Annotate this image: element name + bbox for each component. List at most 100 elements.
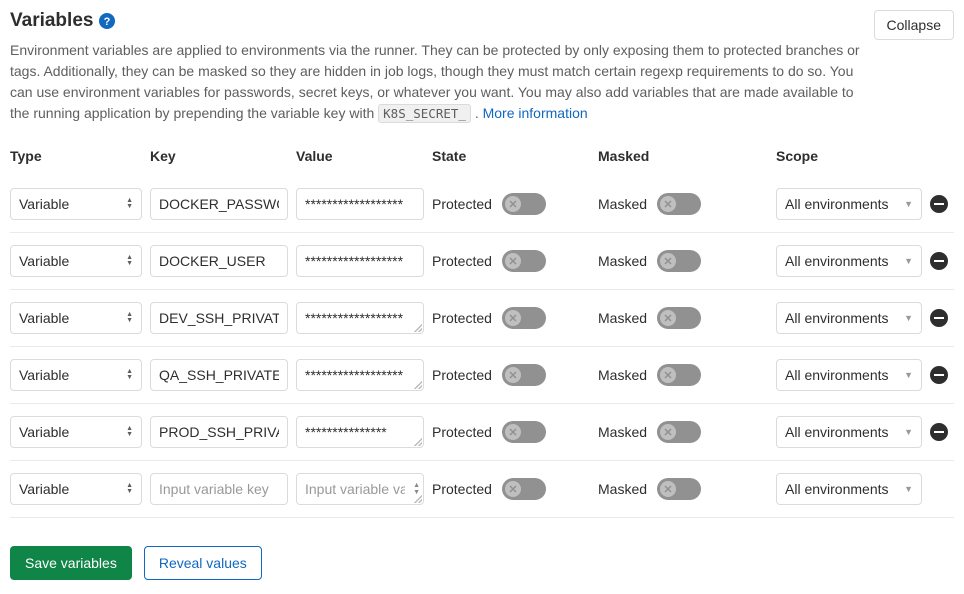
svg-text:?: ? <box>104 16 111 28</box>
variables-table: Type Key Value State Masked Scope Variab… <box>10 148 954 518</box>
table-row: Variable▲▼ Protected Masked All environment… <box>10 233 954 290</box>
value-input[interactable] <box>296 359 424 391</box>
state-label: Protected <box>432 310 492 326</box>
value-input[interactable] <box>296 245 424 277</box>
masked-label: Masked <box>598 481 647 497</box>
table-row: Variable▲▼▲▼ProtectedMaskedAll environme… <box>10 461 954 518</box>
key-input[interactable] <box>150 188 288 220</box>
chevron-updown-icon: ▲▼ <box>126 255 133 267</box>
state-label: Protected <box>432 196 492 212</box>
chevron-updown-icon: ▲▼ <box>126 426 133 438</box>
masked-label: Masked <box>598 196 647 212</box>
masked-toggle[interactable] <box>657 421 701 443</box>
masked-toggle[interactable] <box>657 307 701 329</box>
protected-toggle[interactable] <box>502 421 546 443</box>
chevron-down-icon: ▼ <box>904 370 913 380</box>
protected-toggle[interactable] <box>502 364 546 386</box>
remove-button[interactable] <box>930 366 948 384</box>
scope-select[interactable]: All environments▼ <box>776 473 922 505</box>
value-input[interactable] <box>296 416 424 448</box>
table-row: Variable▲▼ Protected Masked All environment… <box>10 290 954 347</box>
state-cell: Protected <box>432 250 590 272</box>
masked-toggle[interactable] <box>657 193 701 215</box>
masked-cell: Masked <box>598 193 768 215</box>
table-row: Variable▲▼ Protected Masked All environment… <box>10 176 954 233</box>
scope-select[interactable]: All environments▼ <box>776 302 922 334</box>
state-label: Protected <box>432 424 492 440</box>
type-select[interactable]: Variable▲▼ <box>10 359 142 391</box>
type-select[interactable]: Variable▲▼ <box>10 416 142 448</box>
col-type: Type <box>10 148 142 164</box>
protected-toggle[interactable] <box>502 193 546 215</box>
state-cell: Protected <box>432 421 590 443</box>
stepper-icon[interactable]: ▲▼ <box>413 482 420 496</box>
remove-button[interactable] <box>930 309 948 327</box>
key-input[interactable] <box>150 302 288 334</box>
key-input[interactable] <box>150 473 288 505</box>
state-cell: Protected <box>432 364 590 386</box>
state-label: Protected <box>432 253 492 269</box>
masked-cell: Masked <box>598 307 768 329</box>
masked-toggle[interactable] <box>657 478 701 500</box>
col-masked: Masked <box>598 148 768 164</box>
masked-label: Masked <box>598 253 647 269</box>
remove-button[interactable] <box>930 423 948 441</box>
masked-toggle[interactable] <box>657 364 701 386</box>
table-header: Type Key Value State Masked Scope <box>10 148 954 164</box>
type-select[interactable]: Variable▲▼ <box>10 302 142 334</box>
value-input[interactable] <box>296 302 424 334</box>
state-label: Protected <box>432 481 492 497</box>
reveal-values-button[interactable]: Reveal values <box>144 546 262 580</box>
state-cell: Protected <box>432 193 590 215</box>
masked-label: Masked <box>598 310 647 326</box>
col-state: State <box>432 148 590 164</box>
key-input[interactable] <box>150 245 288 277</box>
key-input[interactable] <box>150 416 288 448</box>
col-scope: Scope <box>776 148 922 164</box>
protected-toggle[interactable] <box>502 478 546 500</box>
masked-cell: Masked <box>598 250 768 272</box>
title-text: Variables <box>10 10 93 32</box>
remove-button[interactable] <box>930 195 948 213</box>
key-input[interactable] <box>150 359 288 391</box>
masked-label: Masked <box>598 367 647 383</box>
chevron-updown-icon: ▲▼ <box>126 483 133 495</box>
state-cell: Protected <box>432 478 590 500</box>
value-input[interactable] <box>296 473 424 505</box>
page-title: Variables ? <box>10 10 115 32</box>
chevron-down-icon: ▼ <box>904 199 913 209</box>
type-select[interactable]: Variable▲▼ <box>10 188 142 220</box>
masked-toggle[interactable] <box>657 250 701 272</box>
masked-label: Masked <box>598 424 647 440</box>
description: Environment variables are applied to env… <box>10 40 860 124</box>
scope-select[interactable]: All environments▼ <box>776 245 922 277</box>
state-label: Protected <box>432 367 492 383</box>
table-row: Variable▲▼ Protected Masked All environment… <box>10 347 954 404</box>
remove-button[interactable] <box>930 252 948 270</box>
value-input[interactable] <box>296 188 424 220</box>
collapse-button[interactable]: Collapse <box>874 10 954 40</box>
chevron-updown-icon: ▲▼ <box>126 198 133 210</box>
chevron-down-icon: ▼ <box>904 427 913 437</box>
scope-select[interactable]: All environments▼ <box>776 188 922 220</box>
chevron-updown-icon: ▲▼ <box>126 312 133 324</box>
type-select[interactable]: Variable▲▼ <box>10 245 142 277</box>
type-select[interactable]: Variable▲▼ <box>10 473 142 505</box>
chevron-updown-icon: ▲▼ <box>126 369 133 381</box>
masked-cell: Masked <box>598 421 768 443</box>
protected-toggle[interactable] <box>502 307 546 329</box>
protected-toggle[interactable] <box>502 250 546 272</box>
masked-cell: Masked <box>598 364 768 386</box>
col-key: Key <box>150 148 288 164</box>
scope-select[interactable]: All environments▼ <box>776 359 922 391</box>
chevron-down-icon: ▼ <box>904 484 913 494</box>
chevron-down-icon: ▼ <box>904 256 913 266</box>
footer-actions: Save variables Reveal values <box>10 546 954 580</box>
help-icon[interactable]: ? <box>99 13 115 29</box>
state-cell: Protected <box>432 307 590 329</box>
save-variables-button[interactable]: Save variables <box>10 546 132 580</box>
code-secret-prefix: K8S_SECRET_ <box>378 104 471 123</box>
more-info-link[interactable]: More information <box>483 105 588 121</box>
masked-cell: Masked <box>598 478 768 500</box>
scope-select[interactable]: All environments▼ <box>776 416 922 448</box>
